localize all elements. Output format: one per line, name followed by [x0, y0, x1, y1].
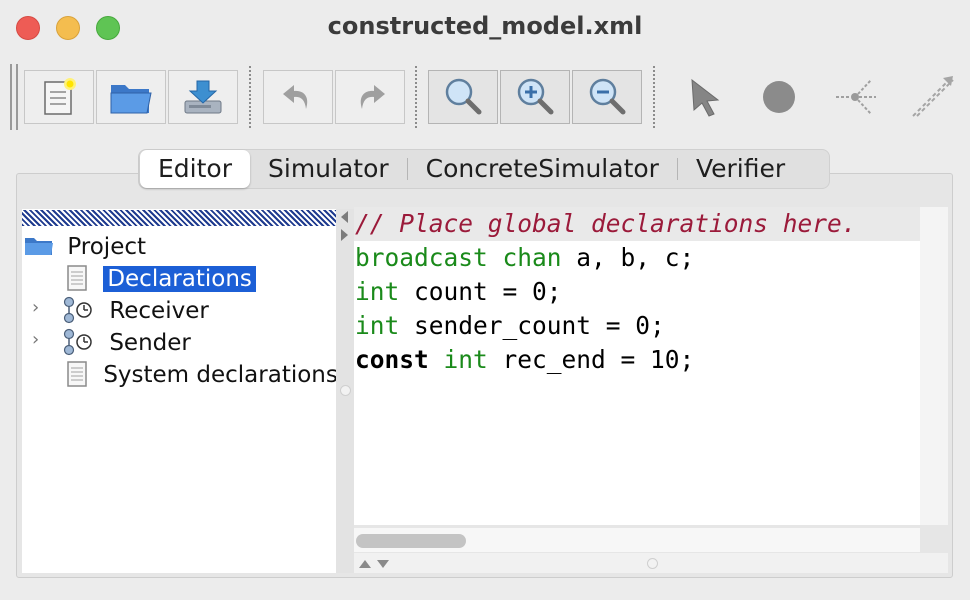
tab-verifier[interactable]: Verifier	[678, 150, 803, 188]
tree-item-label: System declarations	[103, 362, 338, 388]
toolbar	[0, 56, 970, 134]
new-document-icon	[44, 78, 76, 115]
tree-item-label: Declarations	[103, 266, 256, 292]
save-download-icon	[184, 80, 222, 114]
code-keyword: chan	[502, 243, 562, 272]
divider-handle[interactable]	[340, 385, 351, 396]
tree-drag-strip[interactable]	[22, 210, 336, 226]
toolbar-separator	[415, 66, 417, 128]
add-branchpoint-tool-button[interactable]	[829, 70, 883, 124]
magnifier-icon	[445, 78, 482, 115]
undo-icon	[283, 85, 308, 109]
zoom-fit-button[interactable]	[428, 70, 498, 124]
redo-icon	[360, 85, 385, 109]
document-icon	[67, 265, 87, 291]
circle-location-icon	[763, 81, 795, 113]
tab-bar: Editor Simulator ConcreteSimulator Verif…	[138, 149, 830, 189]
tree-item-receiver[interactable]: Receiver	[62, 296, 209, 326]
tree-item-declarations[interactable]: Declarations	[66, 264, 256, 294]
pointer-arrow-icon	[691, 78, 720, 117]
zoom-out-icon	[589, 78, 626, 115]
code-text: count = 0;	[399, 277, 562, 306]
save-button[interactable]	[168, 70, 238, 124]
zoom-out-button[interactable]	[572, 70, 642, 124]
code-line-4: int sender_count = 0;	[354, 309, 920, 343]
chevron-right-icon[interactable]: ›	[32, 329, 39, 350]
code-keyword: int	[443, 345, 488, 374]
tree-root-project[interactable]: Project	[24, 232, 146, 262]
tab-concrete-simulator[interactable]: ConcreteSimulator	[408, 150, 677, 188]
window-title: constructed_model.xml	[327, 12, 643, 40]
horizontal-scroll-thumb[interactable]	[356, 534, 466, 548]
add-edge-tool-button[interactable]	[905, 70, 959, 124]
code-line-3: int count = 0;	[354, 275, 920, 309]
tree-item-sender[interactable]: Sender	[62, 328, 191, 358]
folder-open-icon	[110, 85, 152, 114]
select-tool-button[interactable]	[678, 70, 732, 124]
toolbar-separator	[653, 66, 655, 128]
bottom-divider-handle[interactable]	[647, 558, 658, 569]
tab-simulator[interactable]: Simulator	[250, 150, 407, 188]
tree-item-label: Sender	[109, 330, 191, 356]
code-keyword: int	[355, 311, 400, 340]
zoom-in-icon	[517, 78, 554, 115]
tree-item-system-declarations[interactable]: System declarations	[66, 360, 338, 390]
zoom-in-button[interactable]	[500, 70, 570, 124]
edge-arrow-icon	[912, 76, 954, 117]
toolbar-grip[interactable]	[16, 64, 18, 130]
chevron-right-icon[interactable]: ›	[32, 297, 39, 318]
folder-icon	[25, 238, 53, 255]
editor-vertical-scrollbar[interactable]	[920, 207, 948, 525]
template-icon	[63, 296, 92, 324]
code-keyword-bold: const	[355, 345, 429, 374]
code-line-5: const int rec_end = 10;	[354, 343, 920, 377]
title-bar: constructed_model.xml	[0, 0, 970, 54]
code-text: sender_count = 0;	[399, 311, 665, 340]
code-keyword: broadcast	[355, 243, 488, 272]
open-folder-button[interactable]	[96, 70, 166, 124]
editor-horizontal-scrollbar[interactable]	[354, 528, 920, 552]
split-arrows-icon[interactable]	[356, 556, 396, 572]
split-pane-divider[interactable]	[336, 209, 354, 573]
tab-editor[interactable]: Editor	[140, 150, 250, 188]
redo-button[interactable]	[335, 70, 405, 124]
undo-button[interactable]	[263, 70, 333, 124]
code-text: rec_end = 10;	[487, 345, 695, 374]
code-text: a, b, c;	[561, 243, 695, 272]
collapse-arrows-icon[interactable]	[336, 209, 354, 249]
toolbar-separator	[249, 66, 251, 128]
code-line-1: // Place global declarations here.	[354, 207, 920, 241]
code-keyword: int	[355, 277, 400, 306]
tree-item-label: Receiver	[109, 298, 209, 324]
new-document-button[interactable]	[24, 70, 94, 124]
toolbar-grip[interactable]	[10, 64, 12, 130]
template-icon	[63, 328, 92, 356]
branchpoint-icon	[836, 79, 876, 115]
application-window: constructed_model.xml Editor Simulator C…	[0, 0, 970, 600]
code-line-2: broadcast chan a, b, c;	[354, 241, 920, 275]
add-location-tool-button[interactable]	[752, 70, 806, 124]
code-comment: // Place global declarations here.	[355, 209, 857, 238]
declarations-code-editor[interactable]: // Place global declarations here. broad…	[354, 207, 920, 525]
tree-root-label: Project	[67, 234, 147, 260]
document-icon	[67, 361, 87, 387]
editor-bottom-strip	[354, 553, 948, 573]
